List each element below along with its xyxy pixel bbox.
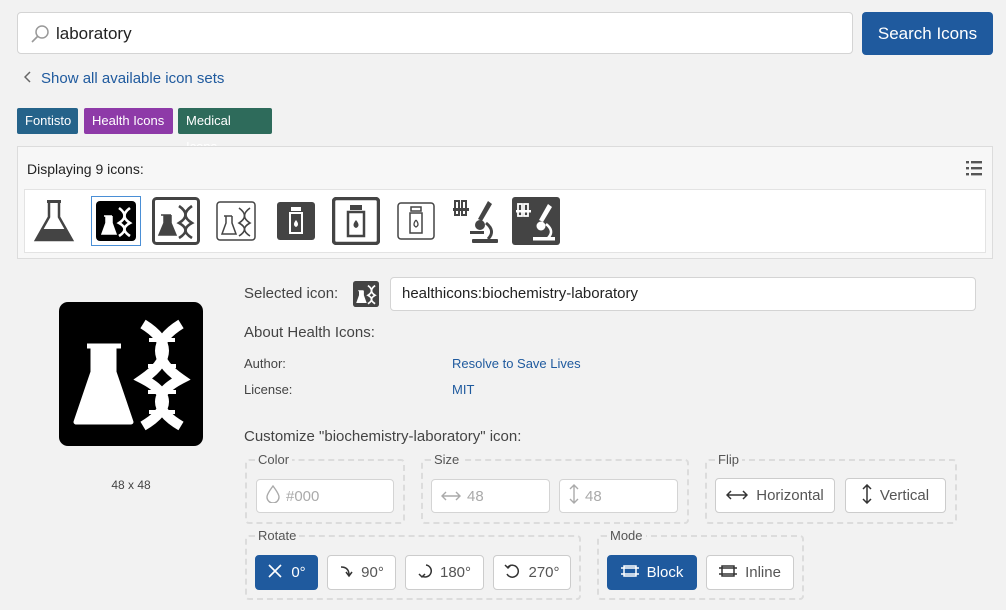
biochemistry-laboratory-outline-icon[interactable] [211,196,261,246]
tag-health-icons[interactable]: Health Icons [84,108,173,134]
icon-preview [59,302,203,449]
mode-legend: Mode [610,528,643,543]
license-link[interactable]: MIT [452,382,474,397]
size-legend: Size [434,452,460,467]
rotate-270-button[interactable]: 270° [493,555,571,590]
color-placeholder: #000 [286,487,320,505]
back-link-label: Show all available icon sets [41,70,225,87]
width-arrows-icon [441,488,461,505]
displaying-count: Displaying 9 icons: [27,161,144,177]
horizontal-arrows-icon [726,487,749,504]
microscope-lab-icon[interactable] [451,196,501,246]
license-label: License: [244,382,293,397]
search-input[interactable] [54,13,838,55]
width-placeholder: 48 [467,487,484,505]
flip-horizontal-button[interactable]: Horizontal [715,478,835,513]
rotate-legend: Rotate [258,528,297,543]
medicine-bottle-box-icon[interactable] [331,196,381,246]
tag-fontisto[interactable]: Fontisto [17,108,78,134]
block-mode-icon [620,563,639,583]
about-heading: About Health Icons: [244,324,375,341]
biochemistry-laboratory-outline-box-icon[interactable] [151,196,201,246]
close-icon [267,563,283,583]
drop-icon [266,484,280,507]
color-legend: Color [258,452,290,467]
rotate-180-icon [418,563,432,583]
biochemistry-laboratory-filled-icon[interactable] [91,196,141,246]
search-button[interactable]: Search Icons [862,12,993,55]
rotate-90-label: 90° [361,564,384,581]
mode-inline-label: Inline [745,564,781,581]
icons-panel: Displaying 9 icons: [17,146,993,259]
color-input[interactable]: #000 [256,479,394,513]
inline-mode-icon [719,563,738,583]
flip-vertical-label: Vertical [879,487,930,504]
author-label: Author: [244,356,286,371]
mode-inline-button[interactable]: Inline [706,555,794,590]
rotate-180-button[interactable]: 180° [405,555,484,590]
flip-vertical-button[interactable]: Vertical [845,478,946,513]
rotate-90-button[interactable]: 90° [327,555,396,590]
mode-block-label: Block [646,564,684,581]
icon-dimensions: 48 x 48 [111,478,151,492]
vertical-arrows-icon [862,483,872,508]
medicine-bottle-outline-icon[interactable] [391,196,441,246]
microscope-lab-filled-icon[interactable] [511,196,561,246]
flask-icon[interactable] [29,196,79,246]
show-all-icon-sets-link[interactable]: Show all available icon sets [23,70,225,87]
medicine-bottle-filled-icon[interactable] [271,196,321,246]
rotate-180-label: 180° [439,564,472,581]
flip-horizontal-label: Horizontal [756,487,824,504]
height-arrows-icon [569,484,579,508]
height-placeholder: 48 [585,487,602,505]
height-input[interactable]: 48 [559,479,678,513]
mode-block-button[interactable]: Block [607,555,697,590]
rotate-270-icon [504,563,520,583]
rotate-90-icon [339,564,353,582]
selected-icon-thumbnail [353,281,379,310]
icon-name-field[interactable]: healthicons:biochemistry-laboratory [390,277,976,311]
customize-heading: Customize "biochemistry-laboratory" icon… [244,428,522,445]
search-box[interactable] [17,12,853,55]
search-icon [30,24,50,47]
width-input[interactable]: 48 [431,479,550,513]
flip-legend: Flip [718,452,739,467]
tag-medical-icons[interactable]: Medical Icons [178,108,272,154]
rotate-270-label: 270° [528,564,560,581]
rotate-0-button[interactable]: 0° [255,555,318,590]
chevron-left-icon [23,70,32,87]
author-link[interactable]: Resolve to Save Lives [452,356,581,371]
list-view-icon[interactable] [966,160,982,179]
rotate-0-label: 0° [291,564,306,581]
icon-strip [24,189,986,253]
selected-icon-label: Selected icon: [244,285,339,302]
